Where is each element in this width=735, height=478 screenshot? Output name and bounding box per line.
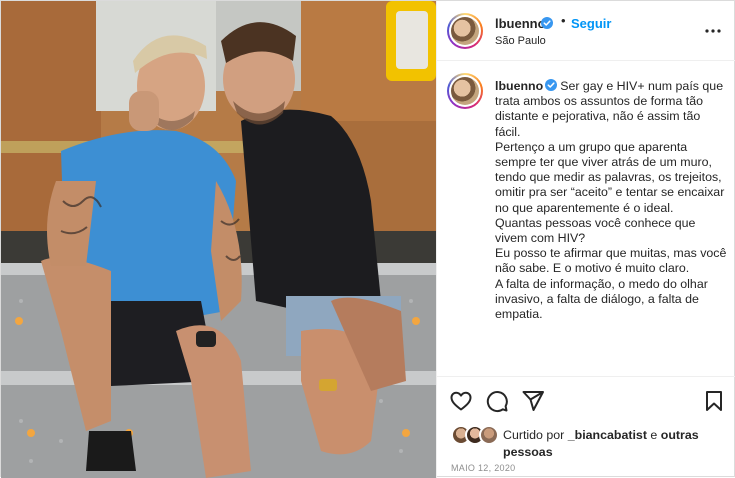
photo-illustration (1, 1, 436, 478)
header-separator: • (561, 13, 566, 28)
post-side-panel: lbuenno • Seguir São Paulo lbuenno Ser ga… (436, 1, 735, 478)
post-date[interactable]: MAIO 12, 2020 (451, 463, 515, 473)
caption-section: lbuenno Ser gay e HIV+ num país que trata… (437, 61, 735, 381)
instagram-post: lbuenno • Seguir São Paulo lbuenno Ser ga… (0, 0, 735, 478)
likes-connector: e (650, 428, 658, 442)
caption-paragraph: Eu posso te afirmar que muitas, mas você… (495, 246, 727, 276)
follow-button[interactable]: Seguir (571, 16, 611, 31)
post-photo[interactable] (1, 1, 436, 478)
paper-plane-icon[interactable] (521, 389, 545, 413)
caption-first-line: lbuenno Ser gay e HIV+ num país que trata… (495, 79, 727, 140)
likes-text: Curtido por _biancabatist e outras pesso… (503, 427, 733, 461)
post-header: lbuenno • Seguir São Paulo (437, 1, 735, 61)
comment-icon[interactable] (485, 389, 509, 413)
bookmark-icon[interactable] (702, 389, 726, 413)
heart-icon[interactable] (449, 389, 473, 413)
verified-badge-icon (545, 79, 558, 91)
caption-author-avatar[interactable] (447, 73, 483, 109)
liker-avatars[interactable] (451, 425, 501, 445)
author-avatar[interactable] (447, 13, 483, 49)
caption-text: lbuenno Ser gay e HIV+ num país que trata… (495, 79, 727, 322)
caption-paragraph: Pertenço a um grupo que aparenta sempre … (495, 139, 725, 215)
post-location[interactable]: São Paulo (495, 35, 546, 47)
likes-prefix: Curtido por (503, 428, 565, 442)
author-username[interactable]: lbuenno (495, 16, 546, 31)
more-horizontal-icon[interactable] (701, 19, 725, 43)
liker-avatar (479, 425, 499, 445)
liker-username[interactable]: _biancabatist (568, 428, 647, 442)
caption-paragraph: A falta de informação, o medo do olhar i… (495, 276, 708, 322)
caption-paragraph: Quantas pessoas você conhece que vivem c… (495, 215, 696, 246)
verified-badge-icon (541, 17, 553, 29)
caption-username[interactable]: lbuenno (495, 79, 543, 93)
likes-section: Curtido por _biancabatist e outras pesso… (437, 423, 735, 459)
action-bar (437, 376, 735, 422)
